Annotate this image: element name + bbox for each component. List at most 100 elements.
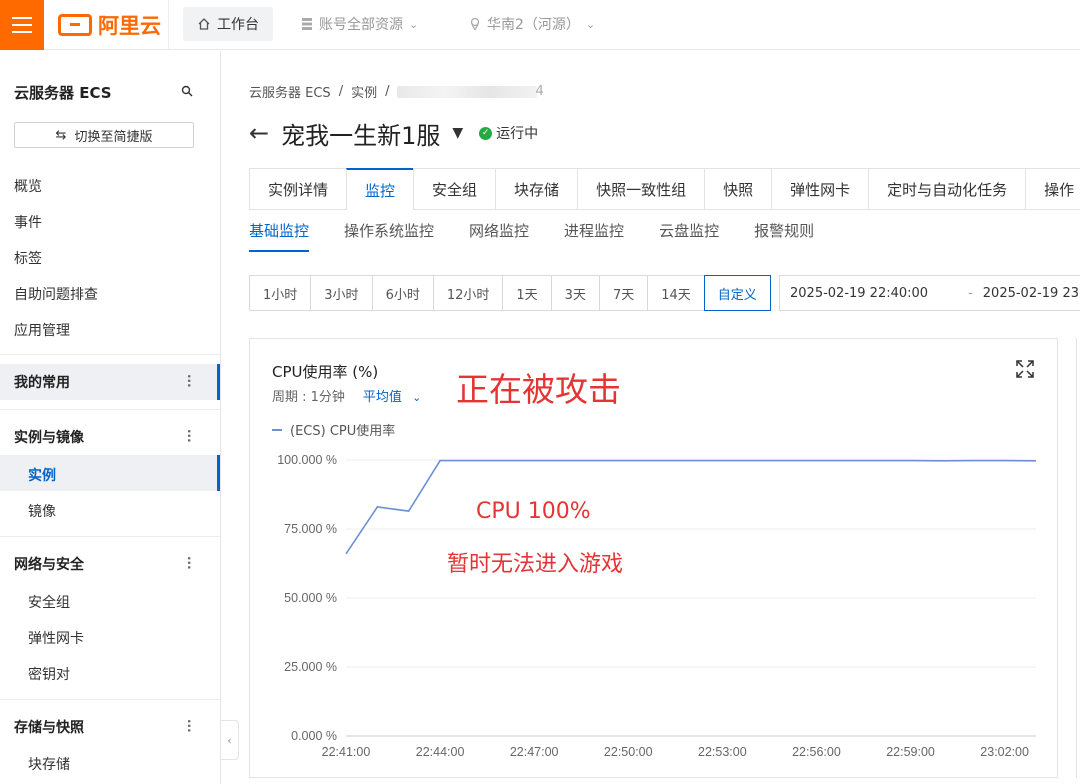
sidebar-group-favorites[interactable]: 我的常用 ··· [0, 364, 220, 400]
x-tick-label: 22:53:00 [698, 745, 747, 759]
switch-simple-mode-button[interactable]: ⇆ 切换至简捷版 [14, 122, 194, 148]
sidebar-item-eni[interactable]: 弹性网卡 [28, 628, 84, 648]
sidebar-item-events[interactable]: 事件 [14, 212, 42, 232]
date-range-picker[interactable]: 2025-02-19 22:40:00 - 2025-02-19 23:03:0 [779, 275, 1080, 311]
chevron-down-icon: ⌄ [409, 17, 419, 31]
sidebar-item-tags[interactable]: 标签 [14, 248, 42, 268]
more-icon[interactable]: ··· [182, 556, 196, 570]
legend-swatch [272, 428, 282, 431]
series-line-cpu[interactable] [345, 459, 1037, 555]
divider [0, 699, 220, 700]
subtab-process[interactable]: 进程监控 [564, 220, 624, 252]
sidebar-item-instances[interactable]: 实例 [28, 465, 56, 485]
y-tick-label: 75.000 % [284, 522, 337, 536]
caret-down-icon[interactable]: ▼ [452, 125, 463, 141]
x-tick-label: 22:47:00 [510, 745, 559, 759]
chart-title: CPU使用率 (%) [272, 363, 379, 381]
sidebar-item-app-management[interactable]: 应用管理 [14, 320, 70, 340]
tab-scheduled-tasks[interactable]: 定时与自动化任务 [868, 169, 1026, 209]
collapse-sidebar-icon[interactable]: ‹ [221, 720, 239, 760]
chart-period: 周期 : 1分钟 平均值 ⌄ [272, 386, 421, 405]
sidebar-item-security-group[interactable]: 安全组 [28, 592, 70, 612]
sidebar-item-block-storage[interactable]: 块存储 [28, 754, 70, 774]
range-12h-button[interactable]: 12小时 [432, 275, 504, 311]
range-3h-button[interactable]: 3小时 [310, 275, 373, 311]
instance-title-row: ← 宠我一生新1服 ▼ ✓ 运行中 [249, 116, 538, 150]
expand-icon[interactable] [1015, 359, 1035, 379]
range-14d-button[interactable]: 14天 [647, 275, 705, 311]
period-label: 周期 : 1分钟 [272, 390, 345, 405]
check-circle-icon: ✓ [479, 126, 493, 140]
range-custom-button[interactable]: 自定义 [703, 275, 771, 311]
tab-snapshot[interactable]: 快照 [704, 169, 772, 209]
sidebar-group-storage[interactable]: 存储与快照 ··· [0, 709, 220, 745]
breadcrumb: 云服务器 ECS / 实例 / 4 [249, 82, 544, 101]
chart-legend[interactable]: (ECS) CPU使用率 [272, 420, 395, 439]
tab-details[interactable]: 实例详情 [249, 169, 347, 209]
region-dropdown[interactable]: 华南2（河源） ⌄ [469, 7, 595, 41]
sidebar-item-images[interactable]: 镜像 [28, 501, 56, 521]
home-icon [198, 18, 210, 30]
range-7d-button[interactable]: 7天 [598, 275, 649, 311]
sidebar-group-instances[interactable]: 实例与镜像 ··· [0, 419, 220, 455]
switch-label: 切换至简捷版 [74, 129, 153, 145]
legend-label: (ECS) CPU使用率 [290, 424, 396, 439]
range-6h-button[interactable]: 6小时 [371, 275, 434, 311]
range-3d-button[interactable]: 3天 [550, 275, 600, 311]
tab-block-storage[interactable]: 块存储 [495, 169, 578, 209]
hamburger-menu-icon[interactable] [0, 0, 44, 50]
search-icon[interactable] [181, 85, 193, 97]
tab-security-group[interactable]: 安全组 [413, 169, 496, 209]
group-label: 存储与快照 [14, 720, 84, 736]
sidebar-item-troubleshoot[interactable]: 自助问题排查 [14, 284, 98, 304]
back-arrow-icon[interactable]: ← [249, 119, 269, 147]
breadcrumb-separator: / [338, 84, 344, 99]
sidebar: 云服务器 ECS ⇆ 切换至简捷版 概览 事件 标签 自助问题排查 应用管理 我… [0, 51, 221, 784]
chevron-down-icon: ⌄ [585, 17, 596, 31]
aggregation-label: 平均值 [362, 390, 402, 405]
status-text: 运行中 [496, 126, 539, 142]
more-icon[interactable]: ··· [182, 429, 196, 443]
workbench-button[interactable]: 工作台 [183, 7, 273, 41]
tab-operations[interactable]: 操作 [1025, 169, 1080, 209]
divider [0, 536, 220, 537]
status-badge: ✓ 运行中 [479, 123, 538, 143]
group-label: 网络与安全 [14, 557, 84, 573]
subtab-disk[interactable]: 云盘监控 [659, 220, 719, 252]
cpu-usage-card: 0.000 % 25.000 % 50.000 % 75.000 % 100.000 %… [249, 338, 1058, 778]
resource-icon [302, 18, 312, 30]
sidebar-item-overview[interactable]: 概览 [14, 176, 42, 196]
breadcrumb-ecs[interactable]: 云服务器 ECS [249, 82, 331, 101]
subtab-network[interactable]: 网络监控 [469, 220, 529, 252]
y-tick-label: 25.000 % [284, 660, 337, 674]
subtab-os[interactable]: 操作系统监控 [344, 220, 434, 252]
resources-dropdown[interactable]: 账号全部资源 ⌄ [301, 7, 418, 41]
attack-annotation: 正在被攻击 [456, 370, 621, 409]
tab-eni[interactable]: 弹性网卡 [771, 169, 869, 209]
swap-icon: ⇆ [55, 127, 67, 143]
subtab-alerts[interactable]: 报警规则 [754, 220, 814, 252]
chevron-down-icon: ⌄ [412, 391, 422, 404]
range-1d-button[interactable]: 1天 [502, 275, 552, 311]
range-1h-button[interactable]: 1小时 [249, 275, 312, 311]
x-tick-label: 22:59:00 [886, 745, 935, 759]
sidebar-item-keypair[interactable]: 密钥对 [28, 664, 70, 684]
breadcrumb-instances[interactable]: 实例 [351, 82, 377, 101]
aliyun-logo-icon [58, 14, 92, 36]
resources-label: 账号全部资源 [319, 17, 403, 33]
monitoring-subtabs: 基础监控 操作系统监控 网络监控 进程监控 云盘监控 报警规则 [249, 220, 814, 252]
cpu-line-chart: 0.000 % 25.000 % 50.000 % 75.000 % 100.000 %… [277, 453, 1037, 759]
aliyun-logo[interactable]: 阿里云 [58, 10, 161, 40]
more-icon[interactable]: ··· [182, 719, 196, 733]
brand-text: 阿里云 [98, 14, 161, 38]
x-tick-label: 22:44:00 [416, 745, 465, 759]
tab-monitoring[interactable]: 监控 [346, 168, 414, 210]
breadcrumb-instance-suffix: 4 [535, 84, 544, 99]
group-label: 实例与镜像 [14, 430, 84, 446]
aggregation-dropdown[interactable]: 平均值 ⌄ [363, 386, 421, 405]
more-icon[interactable]: ··· [182, 374, 196, 388]
subtab-basic[interactable]: 基础监控 [249, 220, 310, 252]
sidebar-group-network[interactable]: 网络与安全 ··· [0, 546, 220, 582]
next-card-edge [1076, 338, 1080, 778]
tab-snapshot-group[interactable]: 快照一致性组 [577, 169, 705, 209]
